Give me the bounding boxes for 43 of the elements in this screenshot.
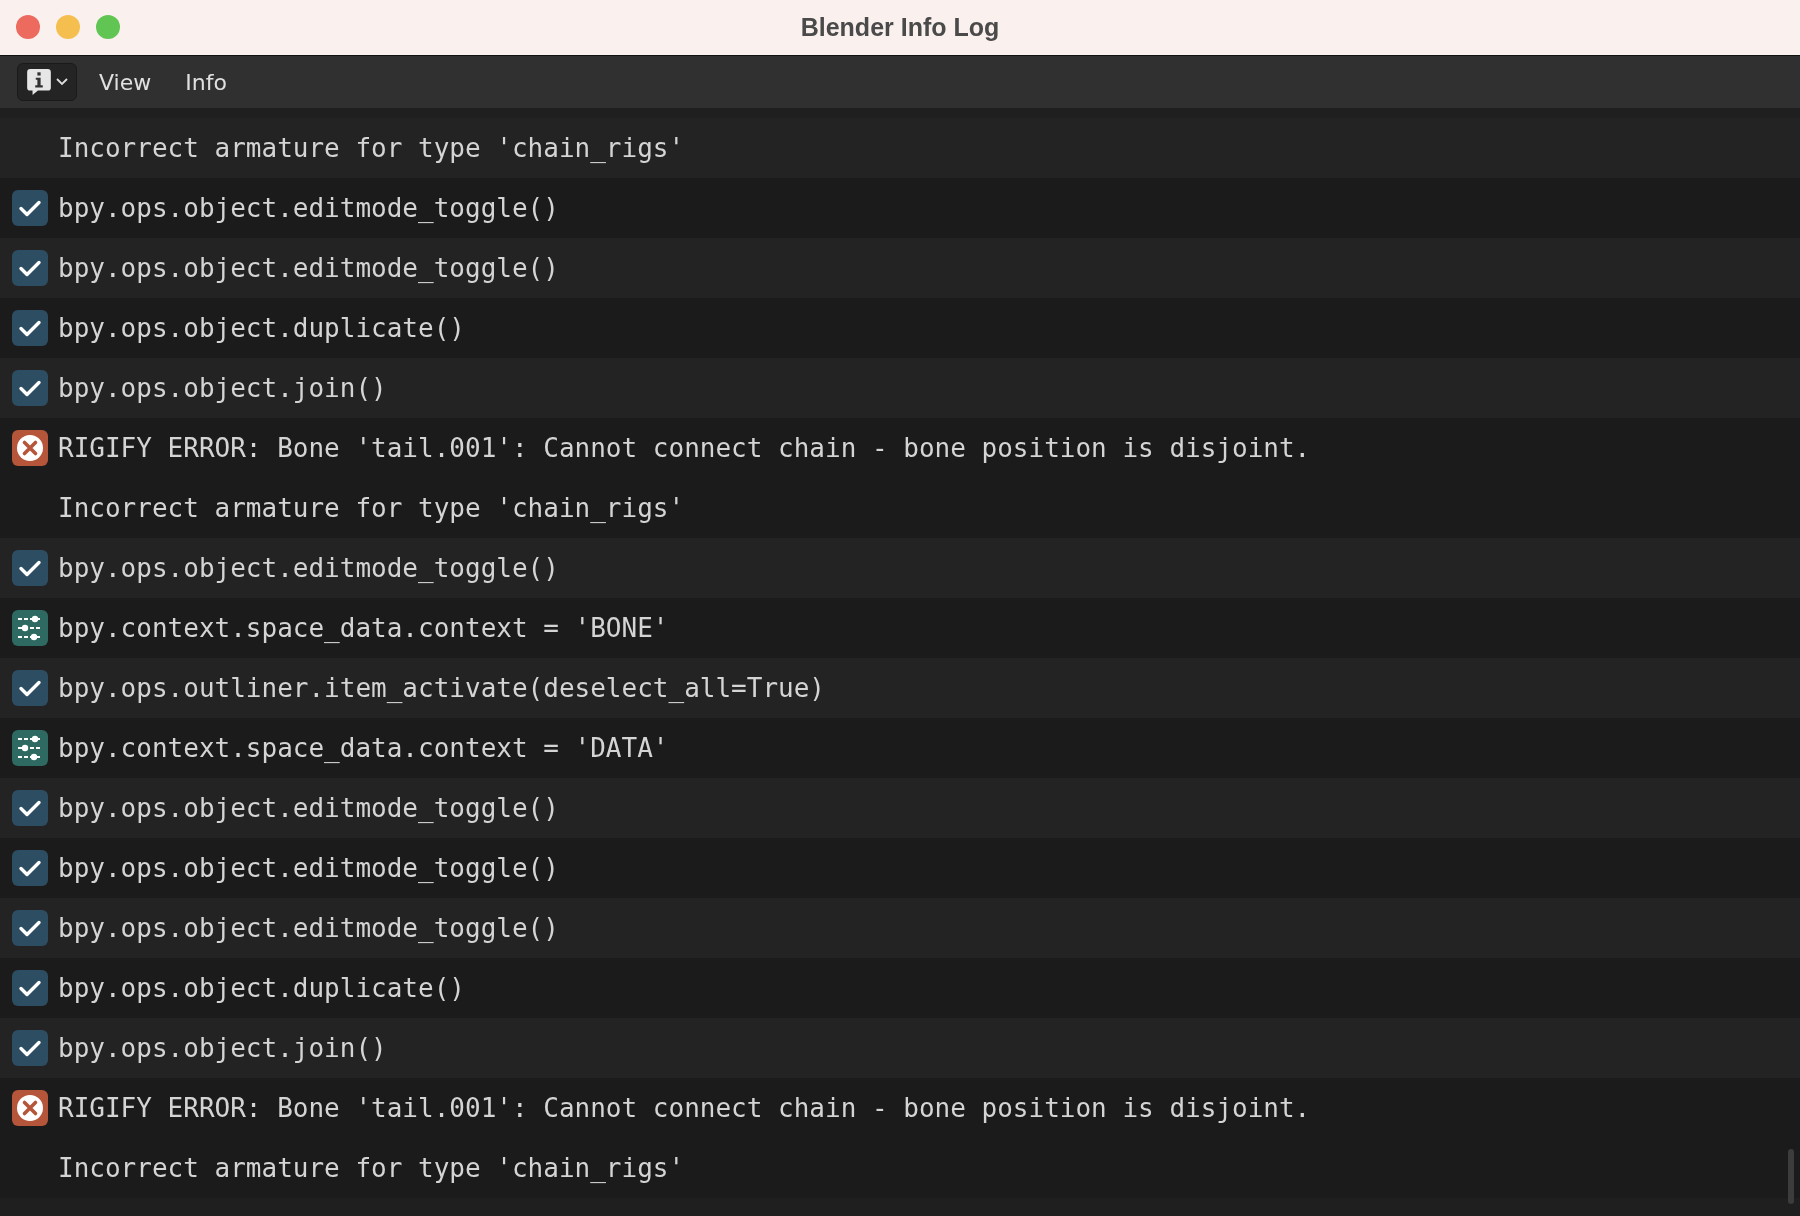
zoom-button[interactable]	[96, 15, 120, 39]
checkmark-icon	[12, 250, 48, 286]
error-icon	[12, 430, 48, 466]
log-message: bpy.ops.object.editmode_toggle()	[58, 853, 559, 883]
log-message: RIGIFY ERROR: Bone 'tail.001': Cannot connect chain - bone position is disjoint.	[58, 1093, 1311, 1123]
checkmark-icon	[12, 190, 48, 226]
log-message: bpy.ops.object.editmode_toggle()	[58, 193, 559, 223]
log-message: bpy.ops.object.join()	[58, 1033, 387, 1063]
checkmark-icon	[12, 910, 48, 946]
log-message: Incorrect armature for type 'chain_rigs'	[58, 1153, 685, 1183]
sliders-icon	[12, 610, 48, 646]
log-message: bpy.context.space_data.context = 'BONE'	[58, 613, 669, 643]
checkmark-icon	[12, 550, 48, 586]
log-message: bpy.ops.object.editmode_toggle()	[58, 793, 559, 823]
log-message: bpy.ops.object.duplicate()	[58, 973, 465, 1003]
checkmark-icon	[12, 670, 48, 706]
log-message: bpy.context.space_data.context = 'DATA'	[58, 733, 669, 763]
log-message: bpy.ops.object.editmode_toggle()	[58, 553, 559, 583]
editor-type-button[interactable]	[17, 63, 77, 101]
log-message: bpy.ops.object.join()	[58, 373, 387, 403]
log-message: bpy.ops.object.editmode_toggle()	[58, 913, 559, 943]
log-message: bpy.ops.object.editmode_toggle()	[58, 253, 559, 283]
checkmark-icon	[12, 1030, 48, 1066]
log-message: RIGIFY ERROR: Bone 'tail.001': Cannot connect chain - bone position is disjoint.	[58, 433, 1311, 463]
info-bubble-icon	[26, 68, 52, 96]
scrollbar[interactable]	[1788, 1149, 1794, 1204]
menu-item[interactable]: Info	[173, 65, 239, 99]
chevron-down-icon	[56, 78, 68, 86]
log-message: Incorrect armature for type 'chain_rigs'	[58, 493, 685, 523]
checkmark-icon	[12, 370, 48, 406]
menu-item[interactable]: View	[87, 65, 164, 99]
checkmark-icon	[12, 850, 48, 886]
log-message: Incorrect armature for type 'chain_rigs'	[58, 133, 685, 163]
window-title: Blender Info Log	[800, 13, 1000, 42]
checkmark-icon	[12, 790, 48, 826]
error-icon	[12, 1090, 48, 1126]
sliders-icon	[12, 730, 48, 766]
checkmark-icon	[12, 310, 48, 346]
minimize-button[interactable]	[56, 15, 80, 39]
log-message: bpy.ops.object.duplicate()	[58, 313, 465, 343]
close-button[interactable]	[16, 15, 40, 39]
log-message: bpy.ops.outliner.item_activate(deselect_all=True)	[58, 673, 825, 703]
checkmark-icon	[12, 970, 48, 1006]
